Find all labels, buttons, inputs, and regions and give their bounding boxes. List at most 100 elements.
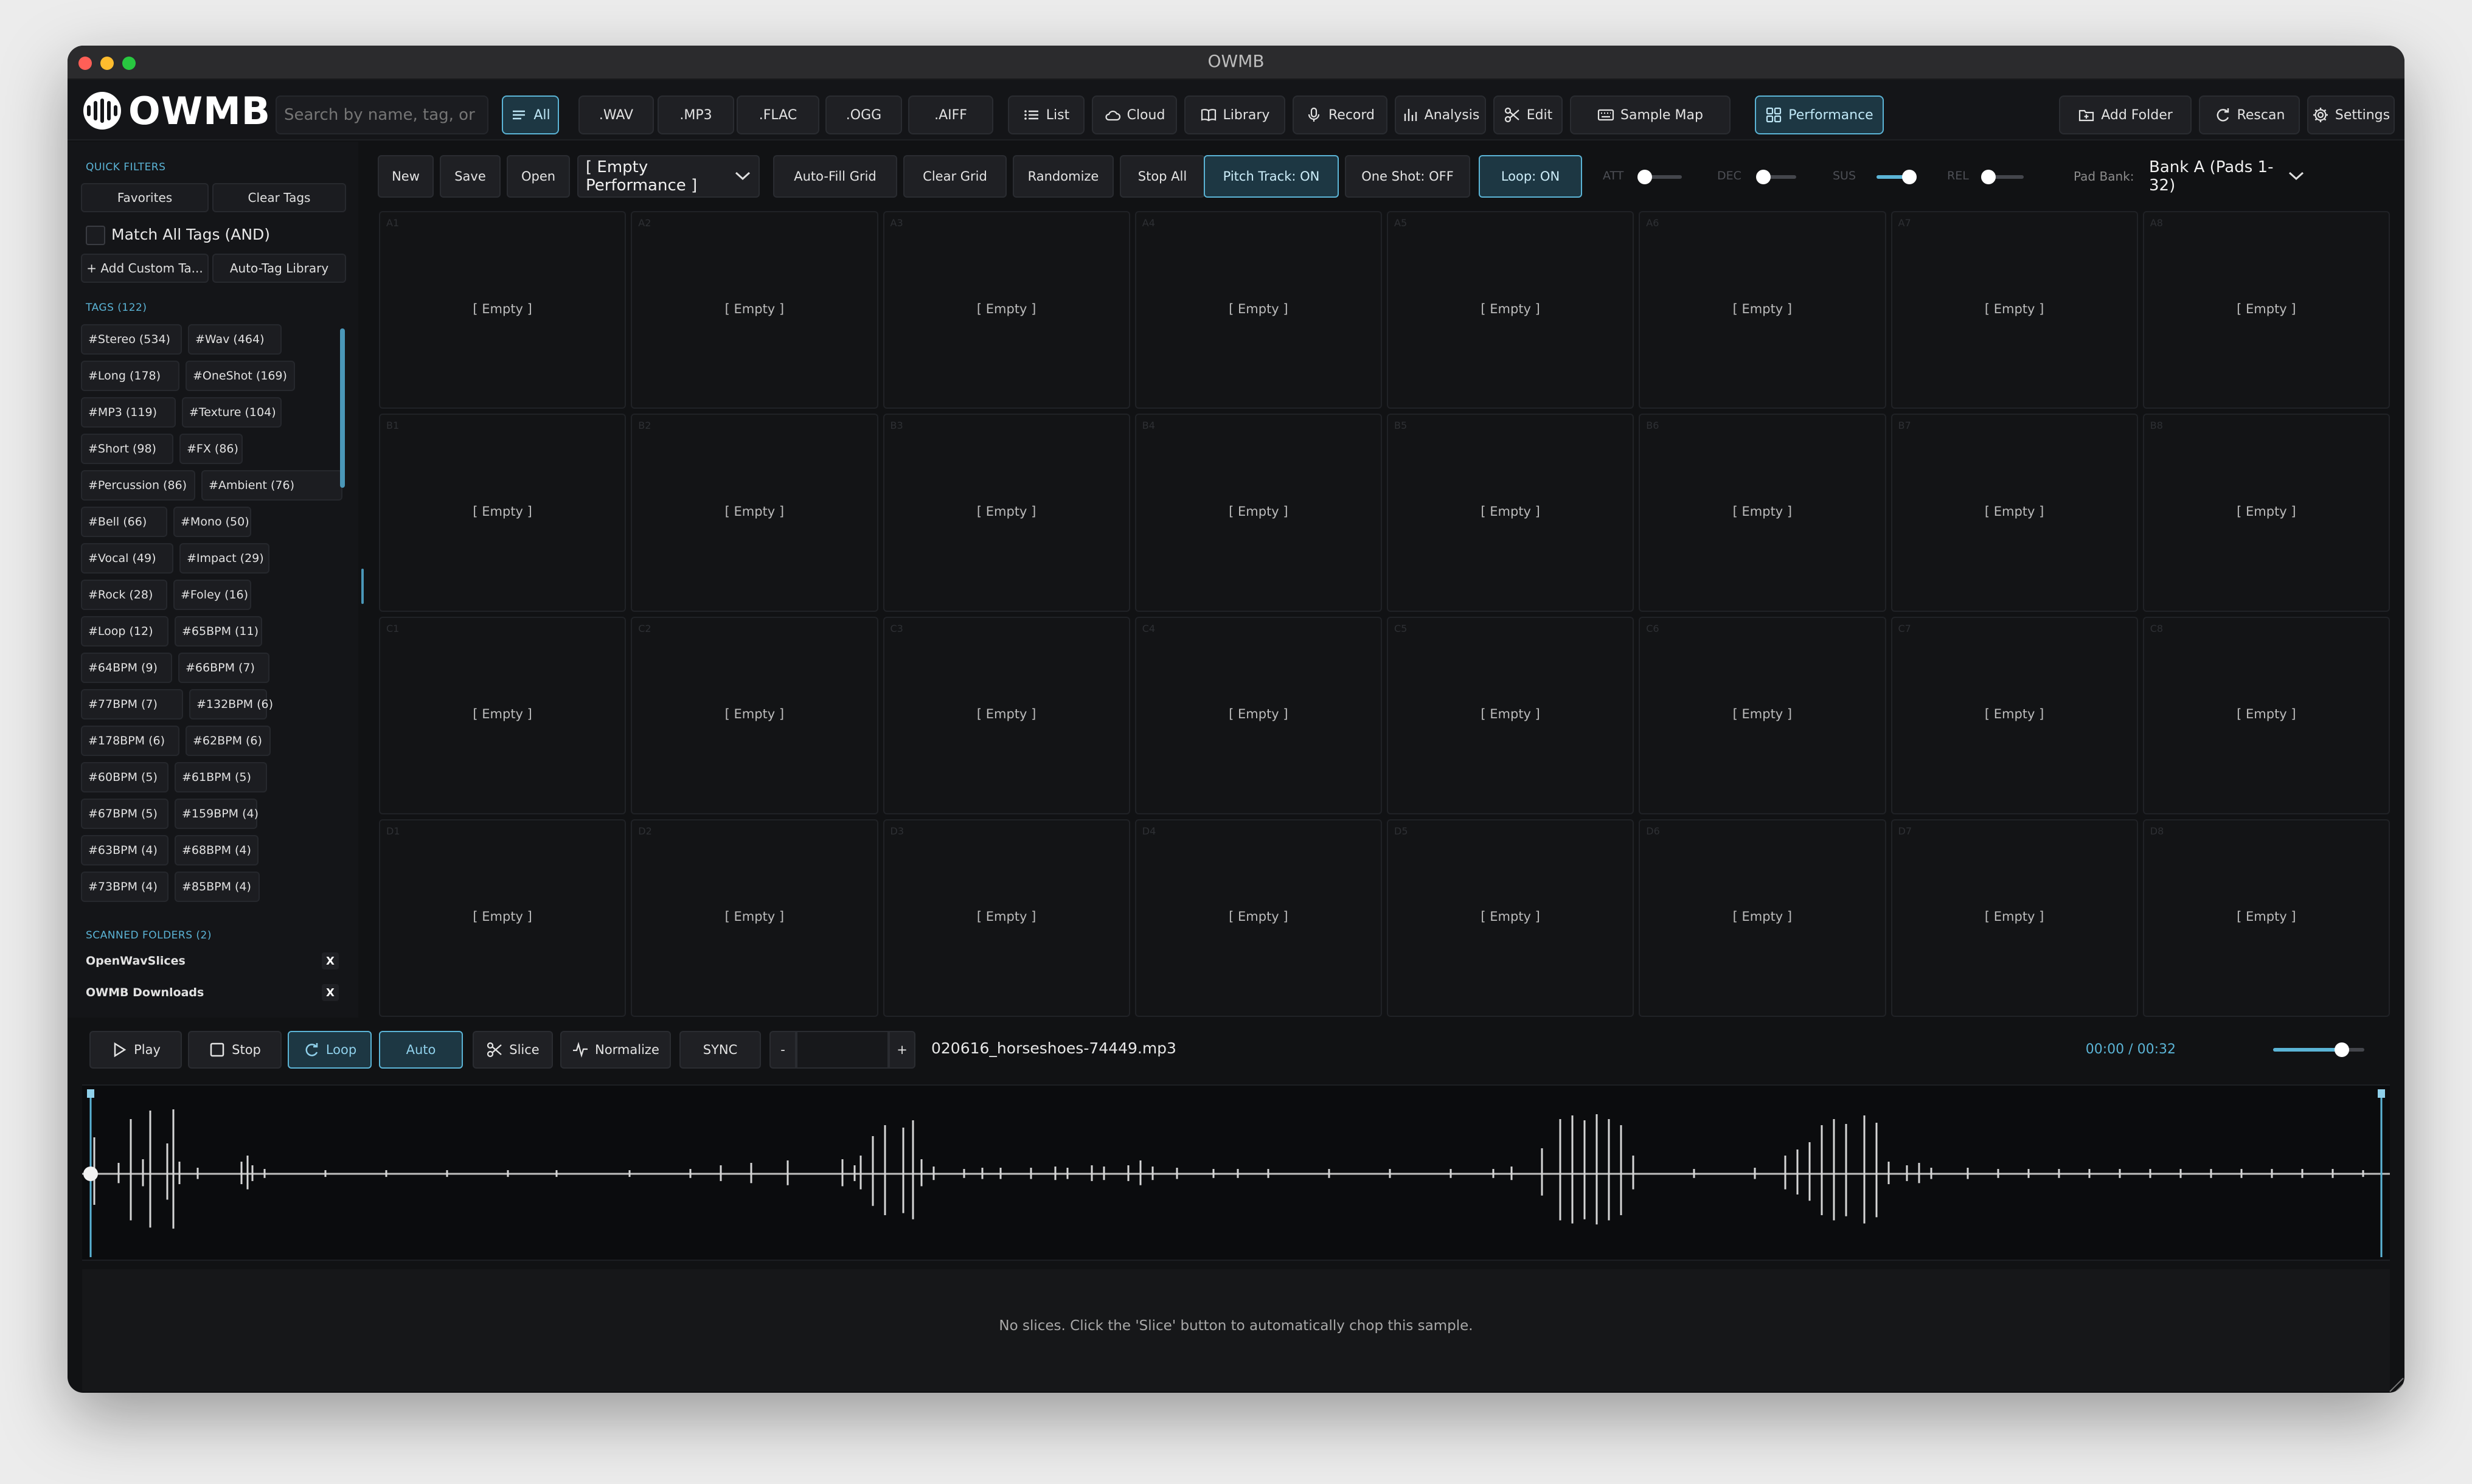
tag-chip[interactable]: #132BPM (6) [189, 689, 273, 719]
stop-button[interactable]: Stop [188, 1031, 282, 1069]
pad-b2[interactable]: B2 [ Empty ] [631, 414, 878, 612]
auto-tag-library-button[interactable]: Auto-Tag Library [212, 254, 346, 283]
pad-d2[interactable]: D2 [ Empty ] [631, 819, 878, 1017]
tag-chip[interactable]: #77BPM (7) [81, 689, 183, 719]
remove-folder-button[interactable]: X [322, 952, 339, 969]
pad-b3[interactable]: B3 [ Empty ] [883, 414, 1130, 612]
env-rel-slider[interactable] [1981, 170, 2024, 184]
view-list-button[interactable]: List [1008, 95, 1085, 134]
pad-c8[interactable]: C8 [ Empty ] [2142, 616, 2390, 814]
remove-folder-button[interactable]: X [322, 984, 339, 1001]
bpm-decrement-button[interactable]: - [769, 1031, 796, 1069]
tag-chip[interactable]: #159BPM (4) [175, 799, 259, 829]
folder-item[interactable]: OpenWavSlices [86, 954, 186, 968]
search-input[interactable] [276, 95, 488, 134]
pad-d3[interactable]: D3 [ Empty ] [883, 819, 1130, 1017]
volume-slider[interactable] [2273, 1042, 2364, 1057]
pad-b4[interactable]: B4 [ Empty ] [1134, 414, 1382, 612]
view-analysis-button[interactable]: Analysis [1395, 95, 1486, 134]
format-filter-aiff[interactable]: .AIFF [908, 95, 993, 134]
tag-chip[interactable]: #Short (98) [81, 434, 173, 464]
format-filter-mp3[interactable]: .MP3 [658, 95, 734, 134]
pad-c6[interactable]: C6 [ Empty ] [1639, 616, 1886, 814]
settings-button[interactable]: Settings [2307, 95, 2395, 134]
tags-scrollbar[interactable] [340, 328, 345, 488]
stop-all-button[interactable]: Stop All [1120, 155, 1205, 198]
pad-c2[interactable]: C2 [ Empty ] [631, 616, 878, 814]
tag-chip[interactable]: #64BPM (9) [81, 653, 172, 683]
pad-c3[interactable]: C3 [ Empty ] [883, 616, 1130, 814]
pad-d4[interactable]: D4 [ Empty ] [1134, 819, 1382, 1017]
pad-a5[interactable]: A5 [ Empty ] [1387, 211, 1634, 409]
pad-d8[interactable]: D8 [ Empty ] [2142, 819, 2390, 1017]
tag-chip[interactable]: #178BPM (6) [81, 726, 179, 756]
tag-chip[interactable]: #MP3 (119) [81, 397, 176, 428]
playhead-knob[interactable] [83, 1167, 98, 1181]
favorites-button[interactable]: Favorites [81, 183, 209, 212]
tag-chip[interactable]: #Foley (16) [173, 580, 251, 610]
pad-c5[interactable]: C5 [ Empty ] [1387, 616, 1634, 814]
slider-knob[interactable] [1981, 170, 1996, 184]
pad-c4[interactable]: C4 [ Empty ] [1134, 616, 1382, 814]
tag-chip[interactable]: #61BPM (5) [175, 762, 267, 792]
slice-button[interactable]: Slice [473, 1031, 553, 1069]
tag-chip[interactable]: #66BPM (7) [178, 653, 269, 683]
clear-grid-button[interactable]: Clear Grid [903, 155, 1007, 198]
view-record-button[interactable]: Record [1293, 95, 1387, 134]
tag-chip[interactable]: #Long (178) [81, 361, 179, 391]
view-performance-button[interactable]: Performance [1755, 95, 1884, 134]
pad-d6[interactable]: D6 [ Empty ] [1639, 819, 1886, 1017]
waveform-view[interactable] [82, 1084, 2390, 1261]
clear-tags-button[interactable]: Clear Tags [212, 183, 346, 212]
tag-chip[interactable]: #Rock (28) [81, 580, 167, 610]
one-shot-toggle[interactable]: One Shot: OFF [1345, 155, 1470, 198]
env-dec-slider[interactable] [1755, 170, 1796, 184]
format-filter-ogg[interactable]: .OGG [825, 95, 902, 134]
pad-c1[interactable]: C1 [ Empty ] [379, 616, 627, 814]
tag-chip[interactable]: #Stereo (534) [81, 324, 182, 355]
save-performance-button[interactable]: Save [440, 155, 501, 198]
slider-knob[interactable] [1637, 170, 1653, 184]
playhead-start-marker-handle[interactable] [87, 1089, 94, 1098]
env-sus-slider[interactable] [1877, 170, 1917, 184]
pad-a6[interactable]: A6 [ Empty ] [1639, 211, 1886, 409]
tag-chip[interactable]: #Percussion (86) [81, 470, 195, 501]
view-cloud-button[interactable]: Cloud [1092, 95, 1177, 134]
pad-b6[interactable]: B6 [ Empty ] [1639, 414, 1886, 612]
pad-b5[interactable]: B5 [ Empty ] [1387, 414, 1634, 612]
view-edit-button[interactable]: Edit [1493, 95, 1563, 134]
pad-a3[interactable]: A3 [ Empty ] [883, 211, 1130, 409]
pad-b1[interactable]: B1 [ Empty ] [379, 414, 627, 612]
sync-button[interactable]: SYNC [679, 1031, 761, 1069]
window-resize-handle[interactable] [2386, 1375, 2404, 1393]
tag-chip[interactable]: #FX (86) [179, 434, 243, 464]
slider-knob[interactable] [1755, 170, 1771, 184]
open-performance-button[interactable]: Open [507, 155, 570, 198]
view-sample-map-button[interactable]: Sample Map [1570, 95, 1731, 134]
tag-chip[interactable]: #68BPM (4) [175, 835, 259, 865]
add-custom-tag-button[interactable]: + Add Custom Ta... [81, 254, 209, 283]
tag-chip[interactable]: #85BPM (4) [175, 872, 260, 902]
volume-knob[interactable] [2334, 1042, 2349, 1057]
pad-a2[interactable]: A2 [ Empty ] [631, 211, 878, 409]
match-all-checkbox[interactable] [86, 226, 105, 245]
randomize-button[interactable]: Randomize [1013, 155, 1114, 198]
tag-chip[interactable]: #62BPM (6) [186, 726, 271, 756]
tag-chip[interactable]: #67BPM (5) [81, 799, 168, 829]
rescan-button[interactable]: Rescan [2199, 95, 2300, 134]
normalize-button[interactable]: Normalize [560, 1031, 671, 1069]
loop-toggle[interactable]: Loop: ON [1479, 155, 1582, 198]
tag-chip[interactable]: #60BPM (5) [81, 762, 168, 792]
sidebar-resize-handle[interactable] [361, 569, 364, 604]
tag-chip[interactable]: #Ambient (76) [201, 470, 342, 501]
tag-chip[interactable]: #Texture (104) [182, 397, 282, 428]
pad-bank-select[interactable]: Bank A (Pads 1-32) [2142, 155, 2312, 198]
pad-b8[interactable]: B8 [ Empty ] [2142, 414, 2390, 612]
env-att-slider[interactable] [1637, 170, 1682, 184]
pad-a8[interactable]: A8 [ Empty ] [2142, 211, 2390, 409]
add-folder-button[interactable]: Add Folder [2059, 95, 2192, 134]
pitch-track-toggle[interactable]: Pitch Track: ON [1204, 155, 1339, 198]
pad-d7[interactable]: D7 [ Empty ] [1890, 819, 2138, 1017]
format-filter-flac[interactable]: .FLAC [737, 95, 819, 134]
tag-chip[interactable]: #Wav (464) [188, 324, 282, 355]
